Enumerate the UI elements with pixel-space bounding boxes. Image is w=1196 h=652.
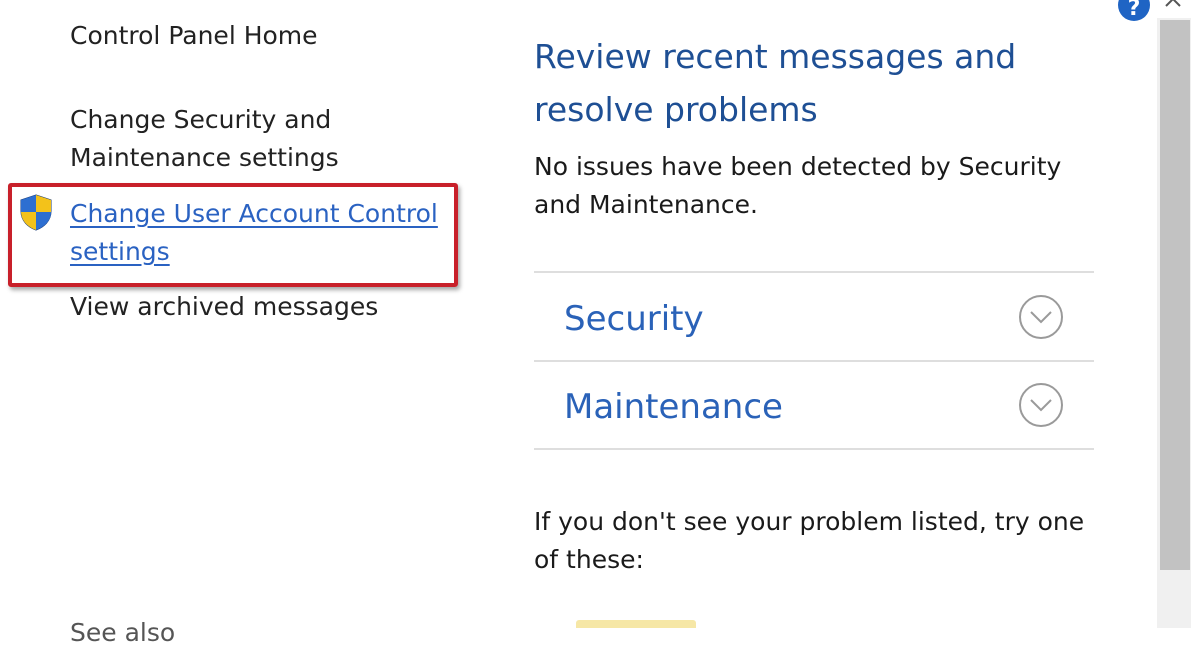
section-security-label: Security	[564, 299, 704, 339]
chevron-down-circle-icon[interactable]	[1018, 382, 1064, 428]
svg-text:?: ?	[1128, 0, 1141, 21]
troubleshooting-icon-partial	[576, 620, 696, 628]
divider	[534, 271, 1094, 273]
nav-see-also-heading: See also	[70, 618, 176, 647]
section-security-header[interactable]: Security	[534, 274, 1094, 360]
nav-uac-label: Change User Account Control settings	[70, 199, 438, 266]
uac-shield-icon	[20, 194, 52, 231]
suggestion-text: If you don't see your problem listed, tr…	[534, 507, 1085, 574]
nav-settings-label: Change Security and Maintenance settings	[70, 105, 339, 172]
chevron-down-circle-icon[interactable]	[1018, 294, 1064, 340]
nav-view-archived-messages[interactable]: View archived messages	[70, 288, 378, 326]
scrollbar-thumb[interactable]	[1160, 20, 1190, 570]
status-message: No issues have been detected by Security…	[534, 152, 1062, 219]
help-icon[interactable]: ?	[1117, 0, 1151, 22]
nav-change-security-maintenance-settings[interactable]: Change Security and Maintenance settings	[70, 101, 360, 177]
nav-control-panel-home[interactable]: Control Panel Home	[70, 17, 318, 55]
section-maintenance-header[interactable]: Maintenance	[534, 362, 1094, 448]
section-maintenance-label: Maintenance	[564, 387, 783, 427]
nav-change-uac-settings-link[interactable]: Change User Account Control settings	[70, 195, 450, 271]
page-title: Review recent messages and resolve probl…	[534, 37, 1017, 129]
divider	[534, 448, 1094, 450]
close-icon[interactable]	[1160, 0, 1188, 12]
